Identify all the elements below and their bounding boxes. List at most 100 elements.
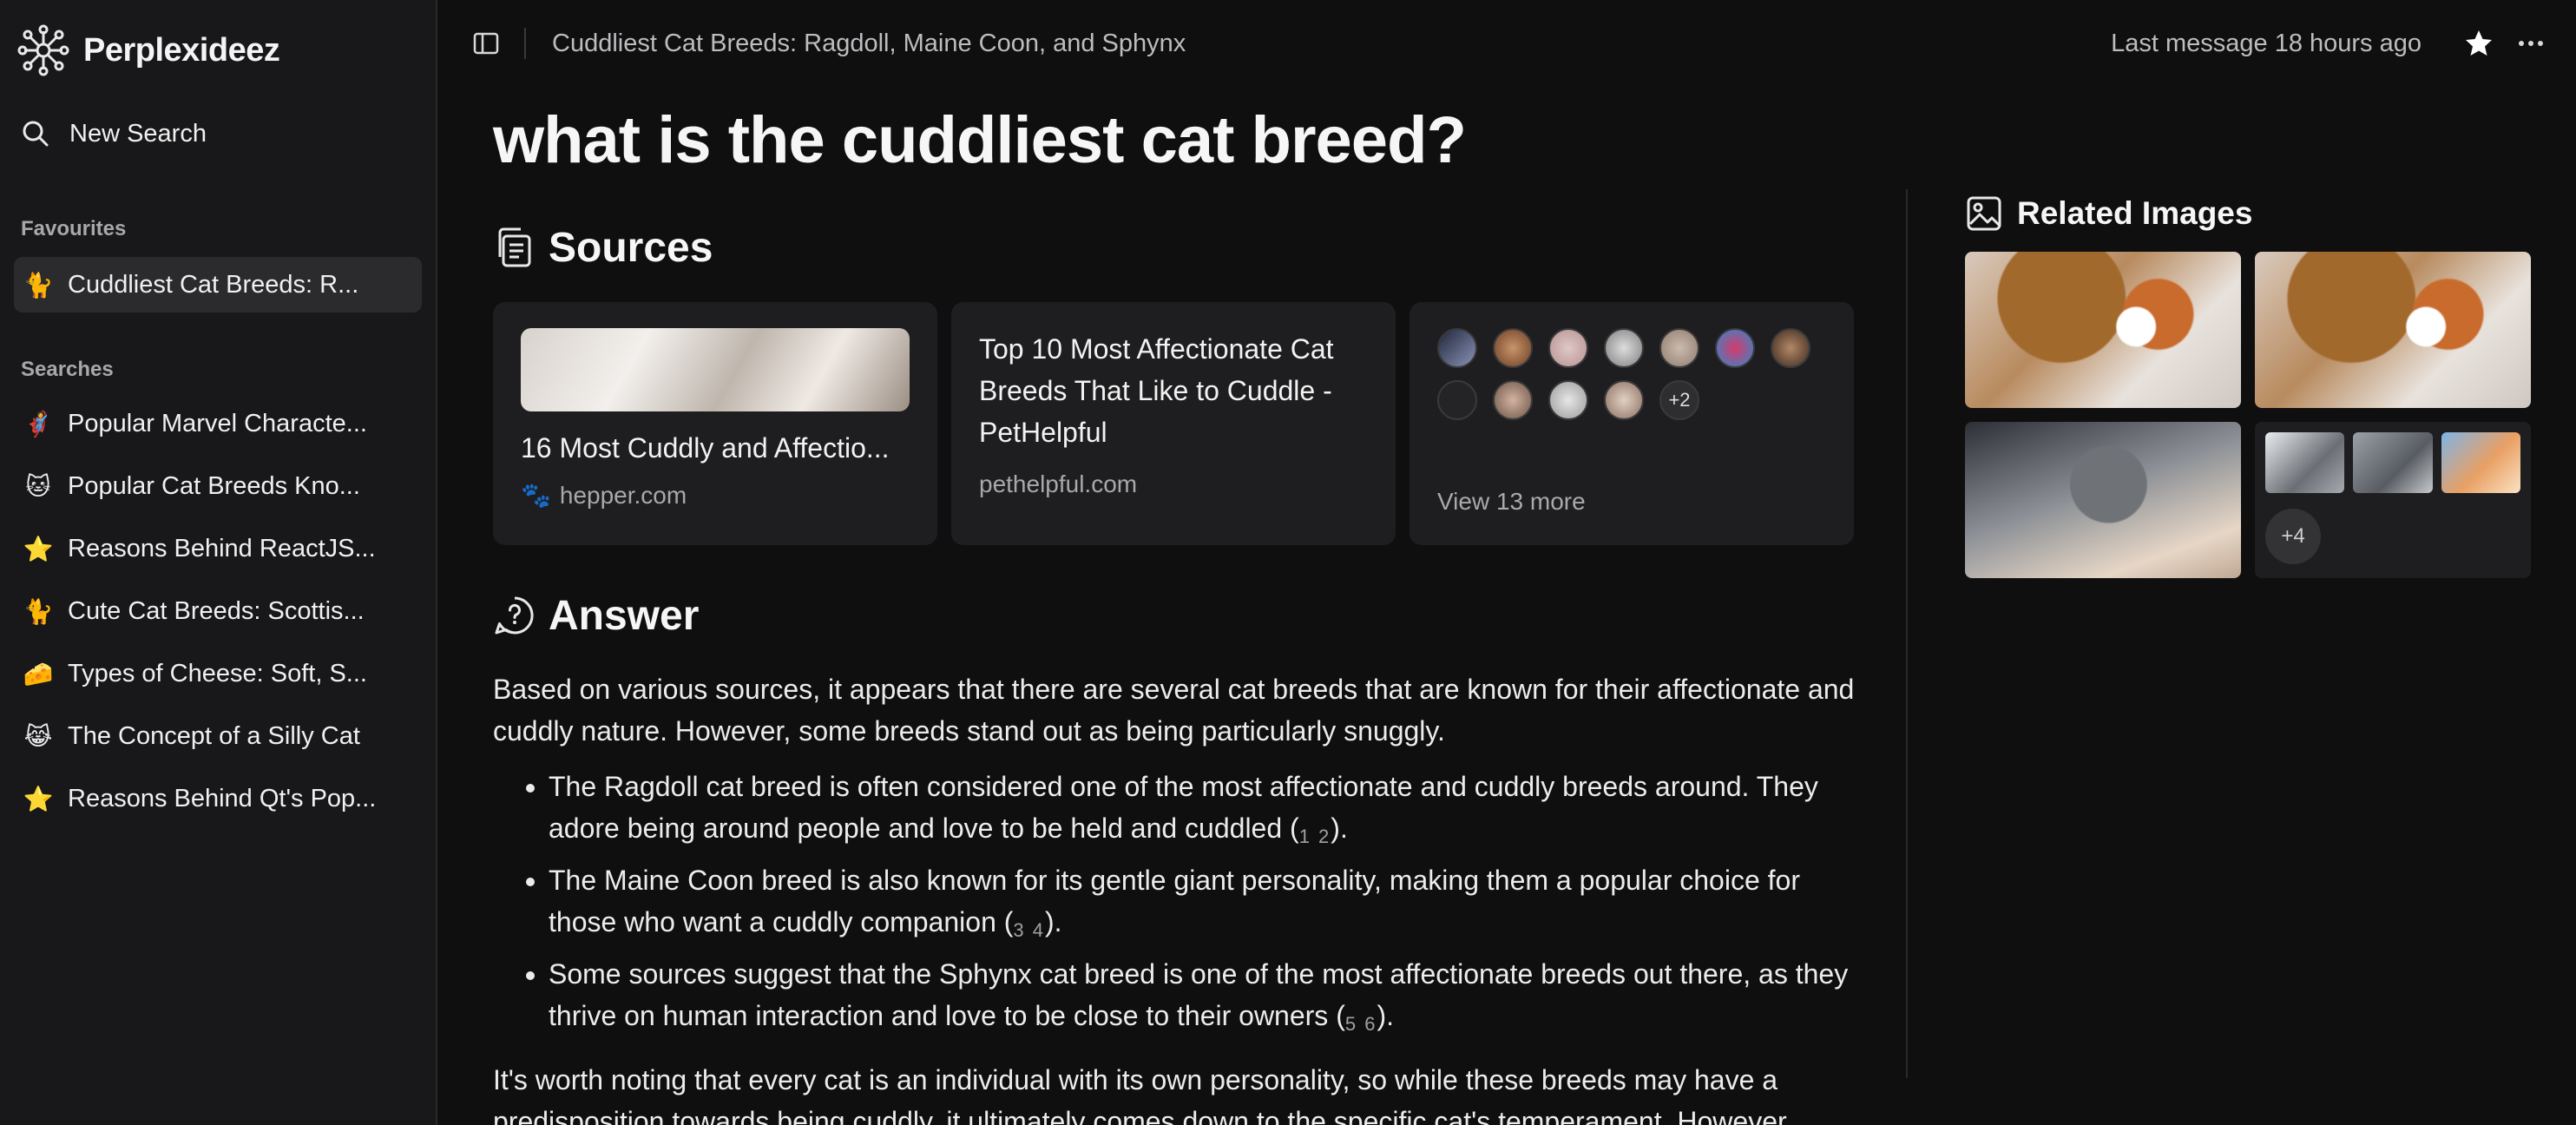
answer-intro: Based on various sources, it appears tha… bbox=[493, 674, 1855, 747]
answer-bullet-close: ). bbox=[1045, 906, 1062, 938]
source-favicon bbox=[1771, 328, 1810, 368]
more-sources-card[interactable]: +2 View 13 more bbox=[1410, 302, 1854, 545]
related-image-calico-cat[interactable] bbox=[1965, 252, 2241, 408]
sidebar-toggle-button[interactable] bbox=[469, 26, 503, 61]
answer-bullet-text: The Ragdoll cat breed is often considere… bbox=[549, 771, 1818, 844]
source-card[interactable]: 16 Most Cuddly and Affectio... 🐾 hepper.… bbox=[493, 302, 937, 545]
sidebar-item-search[interactable]: ⭐ Reasons Behind Qt's Pop... bbox=[14, 771, 422, 826]
citation-link[interactable]: 5 6 bbox=[1345, 1013, 1377, 1035]
sidebar-item-label: Types of Cheese: Soft, S... bbox=[68, 659, 367, 688]
answer-bullet-close: ). bbox=[1377, 1000, 1394, 1031]
image-preview bbox=[2265, 432, 2345, 493]
cat-face-icon: 🐱 bbox=[25, 471, 51, 501]
answer-closing: It's worth noting that every cat is an i… bbox=[493, 1064, 1793, 1125]
source-favicon bbox=[1437, 380, 1477, 420]
source-favicon bbox=[1604, 328, 1644, 368]
topbar-divider bbox=[524, 28, 526, 59]
answer-bullet: The Ragdoll cat breed is often considere… bbox=[549, 766, 1856, 858]
last-message-timestamp: Last message 18 hours ago bbox=[2111, 29, 2422, 57]
source-domain: pethelpful.com bbox=[979, 470, 1368, 498]
sidebar-item-label: Reasons Behind ReactJS... bbox=[68, 534, 376, 562]
source-favicons: +2 bbox=[1437, 328, 1845, 420]
source-favicon bbox=[1715, 328, 1755, 368]
star-icon: ⭐ bbox=[23, 534, 54, 563]
perplexideez-logo-icon bbox=[17, 24, 69, 76]
answer-bullet-close: ). bbox=[1331, 812, 1348, 844]
answer-bubble-icon bbox=[495, 596, 534, 635]
more-images-previews bbox=[2265, 432, 2520, 493]
answer-bullet: Some sources suggest that the Sphynx cat… bbox=[549, 953, 1856, 1045]
sources-header: Sources bbox=[493, 217, 1856, 278]
sidebar-item-search[interactable]: 😹 The Concept of a Silly Cat bbox=[14, 708, 422, 764]
sidebar-item-favourite[interactable]: 🐈 Cuddliest Cat Breeds: R... bbox=[14, 257, 422, 312]
brand[interactable]: Perplexideez bbox=[14, 0, 422, 101]
source-favicon bbox=[1659, 328, 1699, 368]
new-search-button[interactable]: New Search bbox=[14, 101, 422, 167]
sidebar-item-label: The Concept of a Silly Cat bbox=[68, 721, 360, 750]
main-panel: Cuddliest Cat Breeds: Ragdoll, Maine Coo… bbox=[437, 0, 2576, 1125]
more-options-button[interactable] bbox=[2512, 24, 2550, 62]
sidebar-item-label: Popular Cat Breeds Kno... bbox=[68, 471, 360, 500]
answer-body: Based on various sources, it appears tha… bbox=[493, 668, 1856, 1125]
cat-icon: 🐈 bbox=[23, 596, 54, 626]
image-icon bbox=[1967, 196, 2001, 231]
sidebar-item-search[interactable]: 🧀 Types of Cheese: Soft, S... bbox=[14, 646, 422, 701]
breadcrumb: Cuddliest Cat Breeds: Ragdoll, Maine Coo… bbox=[552, 29, 1186, 57]
cheese-icon: 🧀 bbox=[23, 659, 54, 688]
related-image-calico-cat[interactable] bbox=[2255, 252, 2531, 408]
source-favicon bbox=[1604, 380, 1644, 420]
image-preview bbox=[2441, 432, 2520, 493]
related-images-panel: Related Images +4 bbox=[1965, 189, 2531, 578]
sidebar-item-search[interactable]: 🐈 Cute Cat Breeds: Scottis... bbox=[14, 583, 422, 639]
paw-icon: 🐾 bbox=[521, 482, 551, 509]
view-more-sources[interactable]: View 13 more bbox=[1437, 488, 1586, 516]
cat-icon: 🐈 bbox=[23, 270, 54, 299]
citation-link[interactable]: 3 4 bbox=[1013, 919, 1045, 941]
sources-icon bbox=[498, 227, 531, 267]
sources-heading: Sources bbox=[549, 224, 713, 271]
source-favicon bbox=[1548, 380, 1588, 420]
sources-row: 16 Most Cuddly and Affectio... 🐾 hepper.… bbox=[493, 302, 1856, 545]
source-domain-text: hepper.com bbox=[559, 481, 687, 509]
sidebar-item-label: Popular Marvel Characte... bbox=[68, 409, 367, 438]
sidebar-item-search[interactable]: ⭐ Reasons Behind ReactJS... bbox=[14, 521, 422, 576]
sidebar-item-label: Cuddliest Cat Breeds: R... bbox=[68, 270, 359, 299]
image-preview bbox=[2353, 432, 2433, 493]
brand-name: Perplexideez bbox=[83, 31, 280, 69]
panel-divider bbox=[1906, 189, 1908, 1078]
superhero-icon: 🦸 bbox=[23, 409, 54, 438]
source-domain-text: pethelpful.com bbox=[979, 470, 1138, 497]
star-icon bbox=[2466, 30, 2492, 56]
question-title: what is the cuddliest cat breed? bbox=[493, 103, 1467, 177]
search-icon bbox=[23, 121, 49, 147]
source-title: 16 Most Cuddly and Affectio... bbox=[521, 432, 890, 464]
sidebar-item-label: Cute Cat Breeds: Scottis... bbox=[68, 596, 365, 625]
sidebar-item-label: Reasons Behind Qt's Pop... bbox=[68, 784, 377, 812]
sidebar-item-search[interactable]: 🐱 Popular Cat Breeds Kno... bbox=[14, 458, 422, 514]
related-image-scottish-fold[interactable] bbox=[1965, 422, 2241, 578]
star-icon: ⭐ bbox=[23, 784, 54, 813]
source-title: Top 10 Most Affectionate Cat Breeds That… bbox=[979, 333, 1334, 448]
more-images-tile[interactable]: +4 bbox=[2255, 422, 2531, 578]
citation-link[interactable]: 1 2 bbox=[1299, 826, 1331, 847]
favourites-label: Favourites bbox=[21, 217, 127, 240]
sidebar-toggle-icon bbox=[473, 32, 499, 55]
source-thumbnail bbox=[521, 328, 910, 411]
sidebar-item-search[interactable]: 🦸 Popular Marvel Characte... bbox=[14, 396, 422, 451]
answer-bullet-text: Some sources suggest that the Sphynx cat… bbox=[549, 958, 1849, 1031]
answer-content: Sources 16 Most Cuddly and Affectio... 🐾… bbox=[493, 217, 1856, 1125]
ellipsis-icon bbox=[2519, 41, 2543, 46]
more-sources-badge: +2 bbox=[1659, 380, 1699, 420]
source-favicon bbox=[1493, 380, 1533, 420]
answer-bullet: The Maine Coon breed is also known for i… bbox=[549, 859, 1856, 951]
source-domain: 🐾 hepper.com bbox=[521, 481, 910, 510]
sidebar: Perplexideez New Search Favourites 🐈 Cud… bbox=[0, 0, 437, 1125]
answer-header: Answer bbox=[493, 585, 1856, 646]
source-favicon bbox=[1437, 328, 1477, 368]
top-bar: Cuddliest Cat Breeds: Ragdoll, Maine Coo… bbox=[437, 0, 2576, 87]
searches-label: Searches bbox=[21, 358, 114, 381]
answer-heading: Answer bbox=[549, 592, 700, 639]
favourite-button[interactable] bbox=[2460, 24, 2498, 62]
source-favicon bbox=[1548, 328, 1588, 368]
source-card[interactable]: Top 10 Most Affectionate Cat Breeds That… bbox=[951, 302, 1396, 545]
